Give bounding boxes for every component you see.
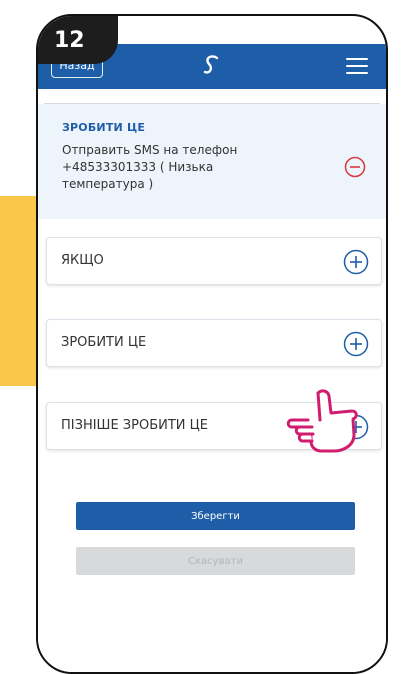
action-item: ЗРОБИТИ ЦЕ Отправить SMS на телефон +485… (38, 104, 386, 219)
action-description: Отправить SMS на телефон +48533301333 ( … (62, 143, 238, 191)
rule-editor: ЗРОБИТИ ЦЕ Отправить SMS на телефон +485… (38, 89, 386, 672)
section-label: ЯКЩО (61, 253, 104, 268)
plus-circle-icon[interactable] (343, 249, 369, 275)
section-do-this[interactable]: ЗРОБИТИ ЦЕ (46, 319, 382, 367)
save-button[interactable]: Зберегти (76, 502, 355, 530)
pointing-hand-icon (286, 389, 358, 453)
plus-circle-icon[interactable] (343, 331, 369, 357)
s-logo-icon (203, 55, 219, 74)
minus-circle-icon[interactable] (344, 156, 366, 178)
section-if[interactable]: ЯКЩО (46, 237, 382, 285)
action-title: ЗРОБИТИ ЦЕ (62, 121, 146, 134)
cancel-button[interactable]: Скасувати (76, 547, 355, 575)
section-label: ПІЗНІШЕ ЗРОБИТИ ЦЕ (61, 418, 208, 433)
step-number-badge: 12 (38, 16, 118, 64)
phone-frame: Назад ЗРОБИТИ ЦЕ Отправить SMS на телефо… (36, 14, 388, 674)
hamburger-menu-icon[interactable] (346, 58, 368, 74)
section-label: ЗРОБИТИ ЦЕ (61, 335, 147, 350)
